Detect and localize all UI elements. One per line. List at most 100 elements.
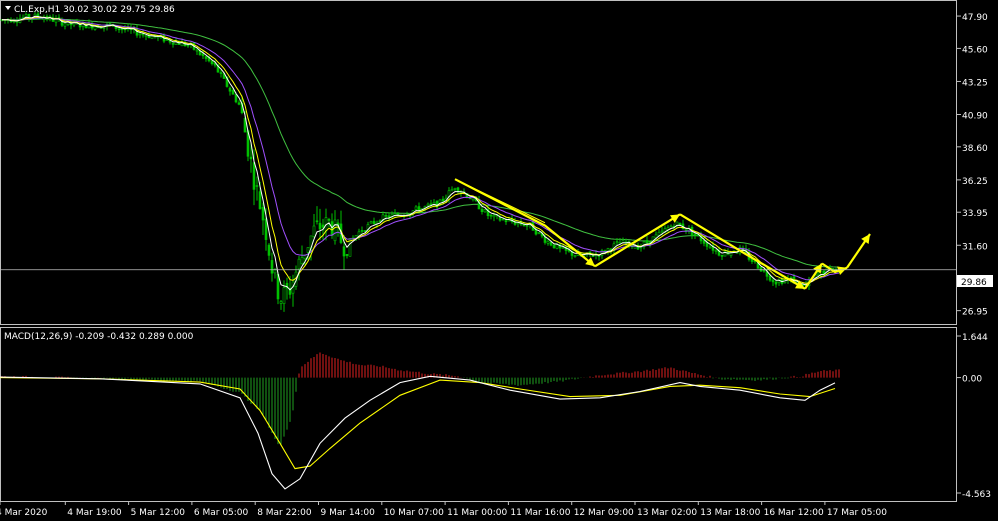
candle-body [258, 191, 262, 210]
candle-body [312, 225, 316, 237]
candle-body [369, 221, 373, 224]
time-tick-label: 9 Mar 14:00 [321, 508, 376, 518]
candle-body [456, 187, 460, 192]
price-tick-label: 45.60 [962, 45, 988, 55]
candle-body [63, 23, 67, 27]
candle-body [504, 220, 508, 223]
macd-histogram [1, 352, 840, 446]
candle-body [720, 255, 724, 257]
candle-body [450, 189, 454, 192]
ma-yellow-line [2, 16, 840, 284]
candle-body [219, 72, 223, 74]
candle-body [480, 208, 484, 212]
candle-body [816, 273, 820, 276]
price-tick-label: 38.60 [962, 144, 988, 154]
price-tick-label: 31.60 [962, 242, 988, 252]
candle-body [171, 42, 175, 45]
candle-body [645, 240, 649, 243]
candle-body [117, 28, 121, 31]
candle-body [150, 35, 154, 39]
candle-body [708, 246, 712, 249]
macd-tick-label: -4.563 [962, 490, 991, 500]
candle-body [492, 214, 496, 218]
price-tick-label: 43.25 [962, 78, 988, 88]
macd-lines [0, 375, 836, 490]
macd-tick-label: 0.00 [962, 375, 982, 385]
candle-body [228, 87, 232, 92]
candle-body [657, 231, 661, 236]
candle-body [138, 33, 142, 36]
zigzag-arrow-line [679, 213, 806, 290]
candle-body [426, 203, 430, 206]
candle-body [414, 206, 418, 210]
candle-body [252, 162, 256, 190]
ma-green-path [2, 18, 840, 268]
macd-tick-label: 1.644 [962, 333, 988, 343]
candle-body [300, 257, 304, 264]
price-tick-label: 26.95 [962, 308, 988, 318]
price-tick-label: 36.25 [962, 177, 988, 187]
price-axis: 47.90 45.60 43.25 40.90 38.60 36.25 33.95 31.60… [956, 13, 988, 318]
candle-body [249, 156, 253, 160]
candle-body [441, 198, 445, 202]
candle-body [483, 209, 487, 213]
candle-body [345, 253, 349, 256]
zigzag-arrow-line [594, 213, 681, 268]
time-tick-label: 17 Mar 05:00 [827, 508, 887, 518]
triangle-down-icon[interactable] [5, 6, 11, 10]
macd-header: MACD(12,26,9) -0.209 -0.432 0.289 0.000 [4, 332, 194, 342]
candle-body [279, 301, 283, 304]
time-tick-label: 4 Mar 19:00 [67, 508, 122, 518]
candle-body [546, 241, 550, 244]
candle-body [234, 94, 238, 103]
candle-body [267, 244, 271, 256]
price-tick-label: 40.90 [962, 111, 988, 121]
candle-body [237, 102, 241, 105]
candle-body [429, 203, 433, 206]
candles-layer [0, 10, 841, 312]
candle-body [363, 230, 367, 232]
candle-body [633, 246, 637, 249]
macd-panel-frame [0, 327, 957, 502]
price-tick-label: 33.95 [962, 209, 988, 219]
candle-body [549, 241, 553, 246]
ma-violet-path [2, 17, 840, 281]
time-tick-label: 16 Mar 12:00 [764, 508, 824, 518]
ma-yellow-path [2, 16, 840, 284]
candle-body [591, 255, 595, 257]
candle-body [321, 224, 325, 228]
candle-body [552, 244, 556, 249]
time-tick-label: 13 Mar 02:00 [637, 508, 697, 518]
candle-body [201, 53, 205, 57]
candle-body [144, 35, 148, 37]
candle-body [561, 247, 565, 249]
candle-body [693, 233, 697, 236]
current-price-label: 29.86 [961, 278, 987, 288]
candle-body [261, 206, 265, 221]
candle-body [762, 269, 766, 272]
chart-canvas[interactable]: CL.Exp,H1 30.02 30.02 29.75 29.86 MACD(1… [0, 0, 998, 521]
candle-body [498, 217, 502, 221]
candle-body [489, 214, 493, 217]
candle-body [621, 240, 625, 243]
candle-body [537, 232, 541, 234]
time-tick-label: 5 Mar 12:00 [131, 508, 186, 518]
candle-body [525, 225, 529, 227]
candle-body [255, 185, 259, 187]
candle-body [231, 89, 235, 95]
ma-green-line [2, 18, 840, 268]
candle-body [378, 220, 382, 222]
candle-body [555, 244, 559, 249]
candle-body [702, 240, 706, 244]
candle-body [165, 39, 169, 41]
candle-body [186, 44, 190, 47]
candle-body [384, 215, 388, 217]
ma-violet-line [2, 17, 840, 281]
candle-body [210, 60, 214, 65]
candle-body [759, 266, 763, 272]
time-tick-label: 11 Mar 00:00 [447, 508, 507, 518]
candle-body [618, 242, 622, 244]
price-tick-label: 47.90 [962, 13, 988, 23]
candle-body [282, 287, 286, 304]
candle-body [675, 221, 679, 226]
